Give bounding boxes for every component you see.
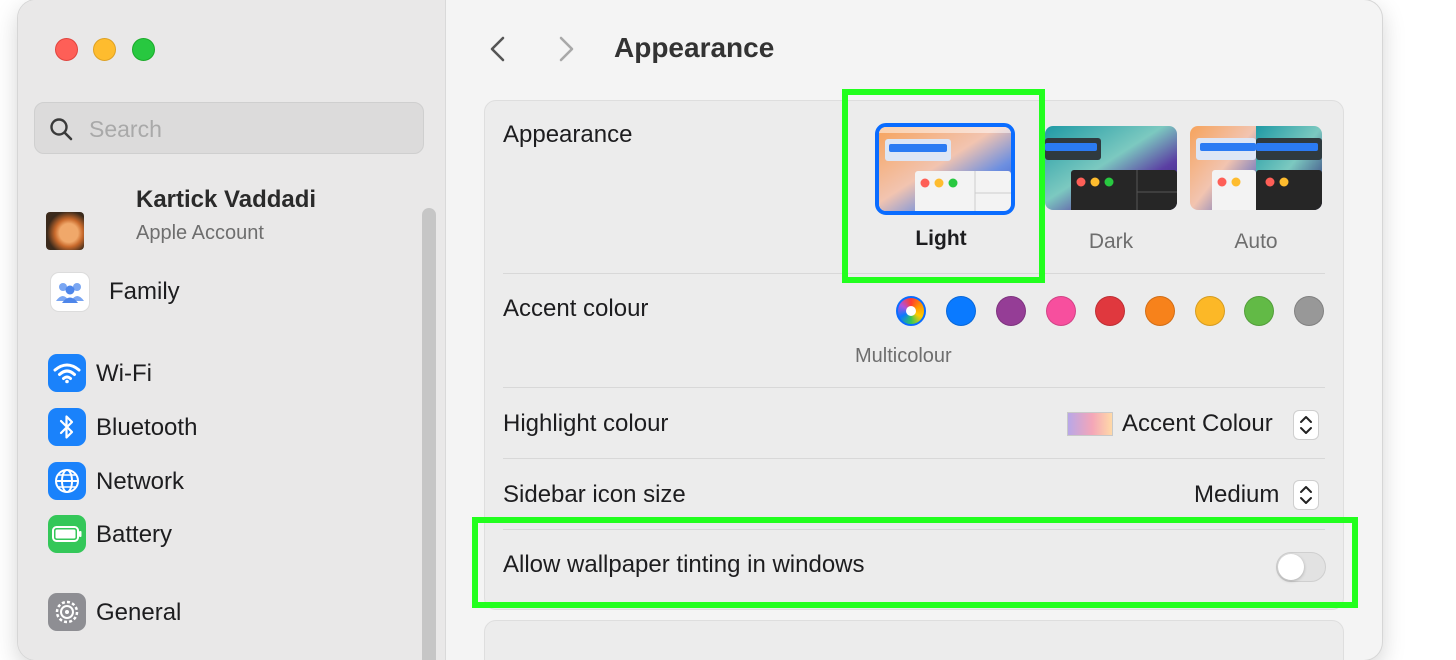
search-field[interactable] xyxy=(34,102,424,154)
up-down-chevron-icon xyxy=(1300,486,1312,504)
account-subtitle: Apple Account xyxy=(136,222,264,244)
appearance-dark-option[interactable] xyxy=(1045,126,1177,210)
accent-selected-caption: Multicolour xyxy=(855,345,952,367)
annotation-highlight-tinting xyxy=(472,517,1358,608)
accent-swatch-purple[interactable] xyxy=(996,296,1026,326)
accent-swatch-green[interactable] xyxy=(1244,296,1274,326)
highlight-colour-value[interactable]: Accent Colour xyxy=(1122,410,1273,438)
dark-thumbnail xyxy=(1045,126,1177,210)
sidebar-item-battery[interactable]: Battery xyxy=(46,512,416,556)
appearance-auto-option[interactable] xyxy=(1190,126,1322,210)
avatar xyxy=(46,212,84,250)
sidebar: Kartick Vaddadi Apple Account Family xyxy=(18,0,446,660)
sidebar-item-label: Wi-Fi xyxy=(96,360,152,387)
sidebar-icon-size-popup-button[interactable] xyxy=(1293,480,1319,510)
accent-swatch-multicolour[interactable] xyxy=(896,296,926,326)
accent-swatch-orange[interactable] xyxy=(1145,296,1175,326)
next-settings-group xyxy=(484,620,1344,660)
wifi-icon xyxy=(48,354,86,392)
highlight-colour-popup-button[interactable] xyxy=(1293,410,1319,440)
search-input[interactable] xyxy=(87,111,411,147)
accent-swatch-red[interactable] xyxy=(1095,296,1125,326)
sidebar-scrollbar[interactable] xyxy=(422,208,436,660)
highlight-colour-label: Highlight colour xyxy=(503,410,669,437)
sidebar-item-family[interactable]: Family xyxy=(46,269,416,313)
bluetooth-icon xyxy=(48,408,86,446)
sidebar-item-wifi[interactable]: Wi-Fi xyxy=(46,351,416,395)
accent-colour-label: Accent colour xyxy=(503,295,649,322)
accent-swatch-blue[interactable] xyxy=(946,296,976,326)
sidebar-item-network[interactable]: Network xyxy=(46,459,416,503)
accent-swatch-yellow[interactable] xyxy=(1195,296,1225,326)
search-icon xyxy=(50,118,73,141)
appearance-auto-label: Auto xyxy=(1234,230,1278,253)
family-icon xyxy=(50,272,90,312)
sidebar-icon-size-label: Sidebar icon size xyxy=(503,481,686,508)
zoom-button[interactable] xyxy=(132,38,155,61)
appearance-dark-label: Dark xyxy=(1088,230,1134,253)
accent-swatch-graphite[interactable] xyxy=(1294,296,1324,326)
account-item[interactable]: Kartick Vaddadi Apple Account xyxy=(46,186,426,256)
up-down-chevron-icon xyxy=(1300,416,1312,434)
row-divider xyxy=(503,458,1325,459)
accent-swatch-pink[interactable] xyxy=(1046,296,1076,326)
sidebar-item-label: Bluetooth xyxy=(96,414,198,441)
appearance-label: Appearance xyxy=(503,121,633,148)
forward-chevron-icon[interactable] xyxy=(554,34,578,64)
gear-icon xyxy=(48,593,86,631)
selected-dot xyxy=(906,306,916,316)
sidebar-item-bluetooth[interactable]: Bluetooth xyxy=(46,405,416,449)
row-divider xyxy=(503,387,1325,388)
annotation-highlight-light xyxy=(842,89,1045,283)
sidebar-item-label: Network xyxy=(96,468,185,495)
sidebar-item-label: Family xyxy=(109,278,180,305)
network-globe-icon xyxy=(48,462,86,500)
sidebar-item-label: General xyxy=(96,599,182,626)
sidebar-icon-size-value[interactable]: Medium xyxy=(1194,481,1279,509)
account-name: Kartick Vaddadi xyxy=(136,186,317,213)
auto-thumbnail xyxy=(1190,126,1322,210)
sidebar-item-label: Battery xyxy=(96,521,173,548)
page-title: Appearance xyxy=(614,32,775,63)
minimize-button[interactable] xyxy=(93,38,116,61)
back-chevron-icon[interactable] xyxy=(486,34,510,64)
battery-icon xyxy=(48,515,86,553)
close-button[interactable] xyxy=(55,38,78,61)
highlight-colour-swatch xyxy=(1067,412,1113,436)
sidebar-item-general[interactable]: General xyxy=(46,590,416,634)
